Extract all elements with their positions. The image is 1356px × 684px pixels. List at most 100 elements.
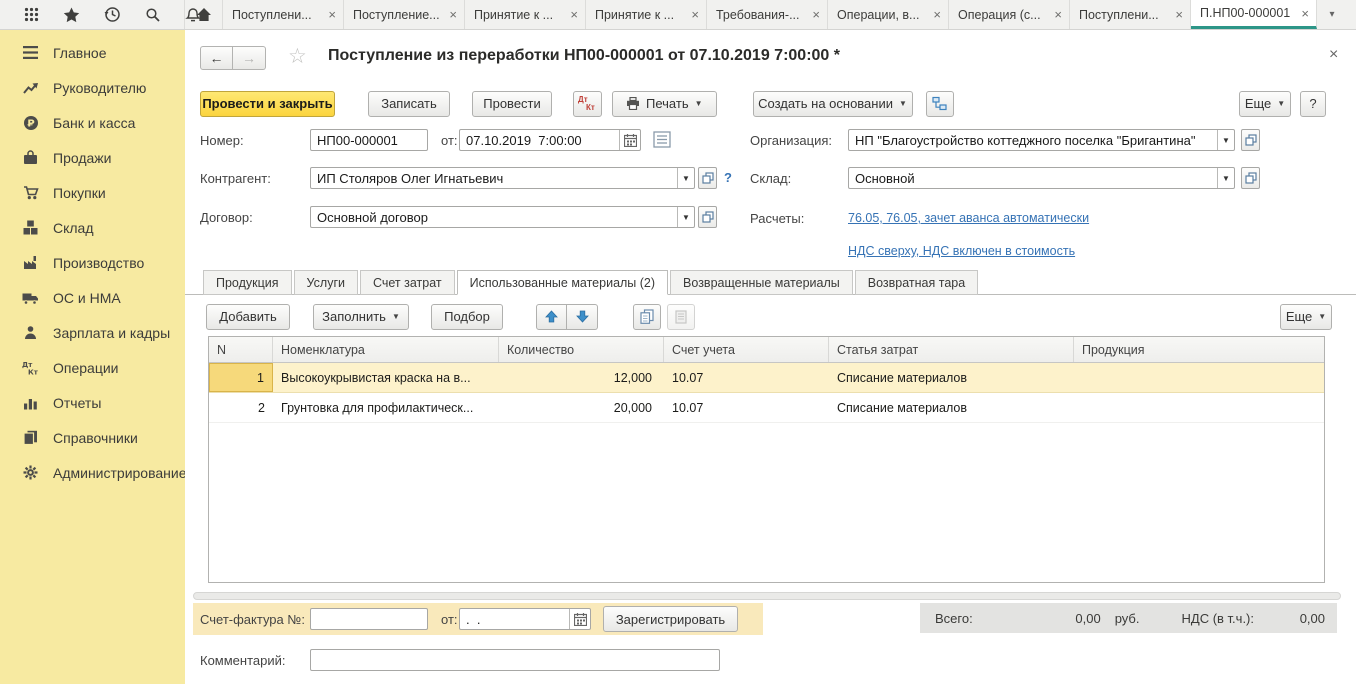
tab-document-3[interactable]: Принятие к ...×	[465, 0, 586, 29]
horizontal-scrollbar[interactable]	[193, 592, 1341, 600]
column-header-quantity[interactable]: Количество	[499, 337, 664, 362]
cell-quantity[interactable]: 20,000	[499, 393, 664, 422]
calendar-icon[interactable]	[619, 130, 640, 150]
tab-document-6[interactable]: Операции, в...×	[828, 0, 949, 29]
organization-field[interactable]: НП "Благоустройство коттеджного поселка …	[848, 129, 1235, 151]
cell-nomenclature[interactable]: Грунтовка для профилактическ...	[273, 393, 499, 422]
sidebar-item-bank-cash[interactable]: РБанк и касса	[0, 105, 185, 140]
back-button[interactable]: ←	[200, 46, 233, 70]
tab-close-icon[interactable]: ×	[1171, 7, 1183, 22]
tab-products[interactable]: Продукция	[203, 270, 292, 295]
column-header-cost-item[interactable]: Статья затрат	[829, 337, 1074, 362]
sidebar-item-warehouse[interactable]: Склад	[0, 210, 185, 245]
sidebar-item-sales[interactable]: Продажи	[0, 140, 185, 175]
column-header-account[interactable]: Счет учета	[664, 337, 829, 362]
history-icon[interactable]	[104, 6, 121, 23]
cell-production[interactable]	[1074, 393, 1324, 422]
contract-open-button[interactable]	[698, 206, 717, 228]
sidebar-item-directories[interactable]: Справочники	[0, 420, 185, 455]
comment-input[interactable]	[310, 649, 720, 671]
tab-overflow-chevron-icon[interactable]: ▾	[1317, 0, 1347, 29]
organization-open-button[interactable]	[1241, 129, 1260, 151]
sidebar-item-administration[interactable]: Администрирование	[0, 455, 185, 490]
tab-returnable-packaging[interactable]: Возвратная тара	[855, 270, 978, 295]
cell-quantity[interactable]: 12,000	[499, 363, 664, 392]
number-input[interactable]	[310, 129, 428, 151]
invoice-date-field[interactable]: . .	[459, 608, 591, 630]
cell-production[interactable]	[1074, 363, 1324, 392]
tab-close-icon[interactable]: ×	[808, 7, 820, 22]
tab-close-icon[interactable]: ×	[929, 7, 941, 22]
tab-document-5[interactable]: Требования-...×	[707, 0, 828, 29]
search-icon[interactable]	[145, 7, 161, 23]
settlements-link[interactable]: 76.05, 76.05, зачет аванса автоматически	[848, 211, 1089, 225]
table-row[interactable]: 2 Грунтовка для профилактическ... 20,000…	[209, 393, 1324, 423]
cell-nomenclature[interactable]: Высокоукрывистая краска на в...	[273, 363, 499, 392]
table-row[interactable]: 1 Высокоукрывистая краска на в... 12,000…	[209, 363, 1324, 393]
chevron-down-icon[interactable]: ▼	[677, 207, 694, 227]
apps-grid-icon[interactable]	[24, 7, 39, 22]
chevron-down-icon[interactable]: ▼	[1217, 168, 1234, 188]
chevron-down-icon[interactable]: ▼	[677, 168, 694, 188]
grid-more-button[interactable]: Еще▼	[1280, 304, 1332, 330]
favorite-star-icon[interactable]: ☆	[288, 44, 307, 69]
cell-n[interactable]: 2	[209, 393, 273, 422]
favorites-star-icon[interactable]	[63, 7, 80, 23]
tab-document-active[interactable]: П.НП00-000001×	[1191, 0, 1317, 29]
sidebar-item-manager[interactable]: Руководителю	[0, 70, 185, 105]
tab-services[interactable]: Услуги	[294, 270, 358, 295]
cell-cost-item[interactable]: Списание материалов	[829, 363, 1074, 392]
move-row-down-button[interactable]	[567, 304, 598, 330]
paste-rows-button[interactable]	[667, 304, 695, 330]
forward-button[interactable]: →	[233, 46, 266, 70]
tab-returned-materials[interactable]: Возвращенные материалы	[670, 270, 853, 295]
create-based-on-button[interactable]: Создать на основании▼	[753, 91, 913, 117]
tab-cost-account[interactable]: Счет затрат	[360, 270, 455, 295]
counterparty-open-button[interactable]	[698, 167, 717, 189]
save-button[interactable]: Записать	[368, 91, 450, 117]
related-documents-button[interactable]	[926, 91, 954, 117]
sidebar-item-production[interactable]: Производство	[0, 245, 185, 280]
calendar-icon[interactable]	[569, 609, 590, 629]
column-header-nomenclature[interactable]: Номенклатура	[273, 337, 499, 362]
cell-account[interactable]: 10.07	[664, 363, 829, 392]
tab-document-4[interactable]: Принятие к ...×	[586, 0, 707, 29]
sidebar-item-operations[interactable]: ДтКтОперации	[0, 350, 185, 385]
counterparty-field[interactable]: ИП Столяров Олег Игнатьевич ▼	[310, 167, 695, 189]
sidebar-item-fixed-assets[interactable]: ОС и НМА	[0, 280, 185, 315]
post-and-close-button[interactable]: Провести и закрыть	[200, 91, 335, 117]
move-row-up-button[interactable]	[536, 304, 567, 330]
print-button[interactable]: Печать▼	[612, 91, 717, 117]
tab-close-icon[interactable]: ×	[1050, 7, 1062, 22]
document-log-icon[interactable]	[653, 131, 671, 148]
date-field[interactable]: 07.10.2019 7:00:00	[459, 129, 641, 151]
tab-close-icon[interactable]: ×	[566, 7, 578, 22]
dtkt-postings-button[interactable]: ДтКт	[573, 91, 602, 117]
sidebar-item-purchases[interactable]: Покупки	[0, 175, 185, 210]
sidebar-item-payroll-hr[interactable]: Зарплата и кадры	[0, 315, 185, 350]
tab-close-icon[interactable]: ×	[445, 7, 457, 22]
column-header-production[interactable]: Продукция	[1074, 337, 1324, 362]
tab-document-1[interactable]: Поступлени...×	[223, 0, 344, 29]
chevron-down-icon[interactable]: ▼	[1217, 130, 1234, 150]
pick-button[interactable]: Подбор	[431, 304, 503, 330]
more-button[interactable]: Еще▼	[1239, 91, 1291, 117]
register-invoice-button[interactable]: Зарегистрировать	[603, 606, 738, 632]
invoice-number-input[interactable]	[310, 608, 428, 630]
cell-cost-item[interactable]: Списание материалов	[829, 393, 1074, 422]
copy-rows-button[interactable]	[633, 304, 661, 330]
sidebar-item-reports[interactable]: Отчеты	[0, 385, 185, 420]
tab-document-7[interactable]: Операция (с...×	[949, 0, 1070, 29]
tab-close-icon[interactable]: ×	[687, 7, 699, 22]
home-tab[interactable]	[185, 0, 223, 29]
tab-document-2[interactable]: Поступление...×	[344, 0, 465, 29]
tab-used-materials[interactable]: Использованные материалы (2)	[457, 270, 668, 295]
cell-n[interactable]: 1	[209, 363, 273, 392]
contract-field[interactable]: Основной договор ▼	[310, 206, 695, 228]
warehouse-field[interactable]: Основной ▼	[848, 167, 1235, 189]
post-button[interactable]: Провести	[472, 91, 552, 117]
tab-document-8[interactable]: Поступлени...×	[1070, 0, 1191, 29]
tab-close-icon[interactable]: ×	[324, 7, 336, 22]
close-icon[interactable]: ×	[1329, 46, 1338, 64]
column-header-n[interactable]: N	[209, 337, 273, 362]
